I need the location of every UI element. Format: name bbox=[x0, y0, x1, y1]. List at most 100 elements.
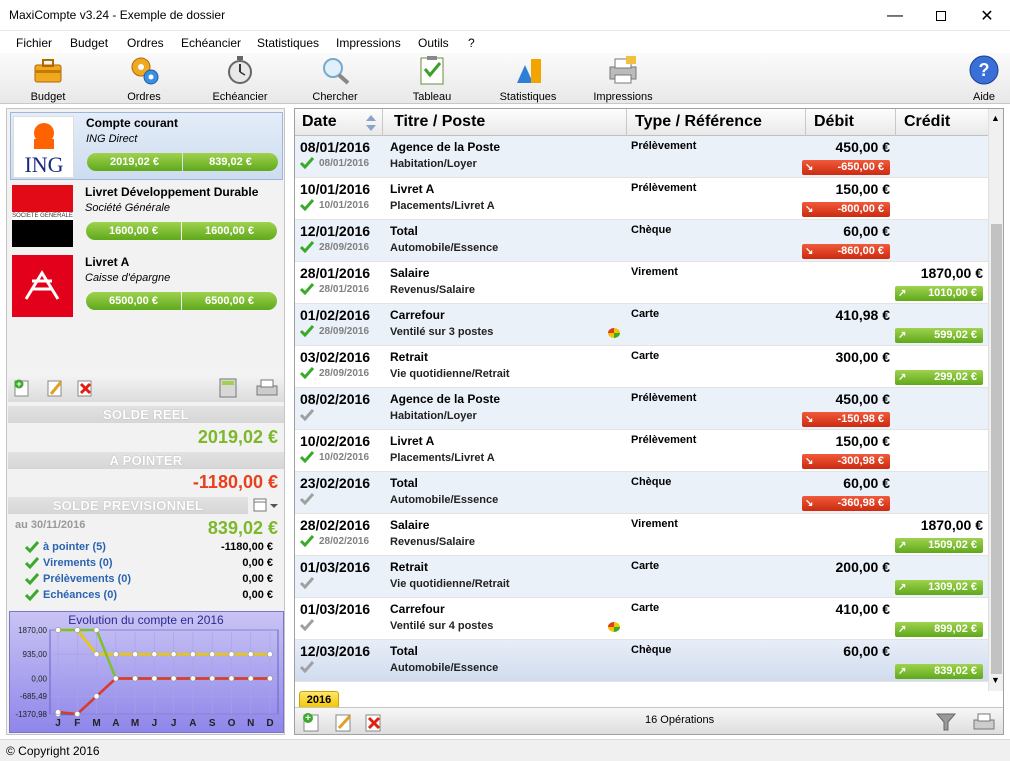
row-balance: ↘ -800,00 € bbox=[802, 202, 890, 217]
menu-fichier[interactable]: Fichier bbox=[16, 36, 52, 50]
account-item[interactable]: Livret A Caisse d'épargne 6500,00 € 6500… bbox=[10, 252, 283, 320]
summary-row[interactable]: Virements (0) 0,00 € bbox=[25, 557, 273, 573]
account-item[interactable]: SOCIETE GENERALE Livret Développement Du… bbox=[10, 182, 283, 250]
add-icon: + bbox=[303, 713, 319, 732]
toolbar-echeancier-button[interactable]: Echéancier bbox=[200, 55, 280, 103]
header-credit[interactable]: Crédit bbox=[904, 113, 950, 131]
scroll-down-icon[interactable]: ▼ bbox=[991, 675, 1000, 685]
table-row[interactable]: 10/01/2016 10/01/2016 Livret A Placements/L… bbox=[295, 178, 989, 220]
close-button[interactable]: ✕ bbox=[964, 0, 1010, 31]
toolbar-chercher-button[interactable]: Chercher bbox=[295, 55, 375, 103]
unchecked-icon[interactable] bbox=[300, 493, 314, 505]
header-debit[interactable]: Débit bbox=[814, 113, 854, 131]
svg-text:ING: ING bbox=[24, 152, 63, 177]
print-accounts-button[interactable] bbox=[256, 378, 278, 401]
account-bank: Société Générale bbox=[85, 202, 170, 214]
row-date: 08/02/2016 bbox=[300, 391, 371, 407]
calculator-button[interactable] bbox=[219, 378, 237, 401]
filter-button[interactable] bbox=[935, 712, 957, 735]
checked-icon[interactable] bbox=[300, 535, 314, 547]
checked-icon[interactable] bbox=[300, 325, 314, 337]
minimize-button[interactable]: — bbox=[872, 0, 918, 31]
scrollbar-thumb[interactable] bbox=[991, 224, 1002, 674]
summary-row[interactable]: à pointer (5) -1180,00 € bbox=[25, 541, 273, 557]
year-tab[interactable]: 2016 bbox=[299, 691, 339, 708]
row-balance: ↗ 1309,02 € bbox=[895, 580, 983, 595]
checked-icon[interactable] bbox=[300, 157, 314, 169]
header-titre[interactable]: Titre / Poste bbox=[394, 113, 485, 131]
close-icon: ✕ bbox=[980, 7, 994, 25]
summary-row[interactable]: Echéances (0) 0,00 € bbox=[25, 589, 273, 605]
table-row[interactable]: 28/02/2016 28/02/2016 Salaire Revenus/Salai… bbox=[295, 514, 989, 556]
delete-icon bbox=[365, 714, 381, 732]
checked-icon[interactable] bbox=[300, 367, 314, 379]
table-row[interactable]: 12/03/2016 Total Automobile/Essence Chèque 6… bbox=[295, 640, 989, 682]
a-pointer-value: -1180,00 € bbox=[192, 472, 278, 492]
account-name: Compte courant bbox=[86, 116, 179, 130]
header-type[interactable]: Type / Référence bbox=[635, 113, 762, 131]
table-row[interactable]: 01/03/2016 Carrefour Ventilé sur 4 postes C… bbox=[295, 598, 989, 640]
scroll-up-icon[interactable]: ▲ bbox=[991, 113, 1000, 123]
checked-icon[interactable] bbox=[300, 451, 314, 463]
unchecked-icon[interactable] bbox=[300, 661, 314, 673]
edit-operation-button[interactable] bbox=[333, 712, 353, 735]
account-item[interactable]: ING Compte courant ING Direct 2019,02 € … bbox=[10, 112, 283, 180]
menu-statistiques[interactable]: Statistiques bbox=[257, 36, 319, 50]
x-tick-label: F bbox=[74, 718, 80, 729]
row-valuedate: 28/09/2016 bbox=[319, 368, 370, 379]
y-tick-label: 1870,00 bbox=[18, 626, 47, 635]
add-account-button[interactable]: + bbox=[13, 379, 31, 400]
x-tick-label: M bbox=[131, 718, 139, 729]
edit-account-button[interactable] bbox=[46, 379, 64, 400]
delete-icon bbox=[77, 380, 92, 397]
table-row[interactable]: 08/02/2016 Agence de la Poste Habitation/L… bbox=[295, 388, 989, 430]
checked-icon[interactable] bbox=[300, 283, 314, 295]
calendar-dropdown[interactable] bbox=[253, 498, 281, 513]
delete-account-button[interactable] bbox=[76, 379, 94, 400]
menu-ordres[interactable]: Ordres bbox=[127, 36, 164, 50]
toolbar-impressions-button[interactable]: Impressions bbox=[583, 55, 663, 103]
table-row[interactable]: 03/02/2016 28/09/2016 Retrait Vie quotidien… bbox=[295, 346, 989, 388]
table-row[interactable]: 28/01/2016 28/01/2016 Salaire Revenus/Salai… bbox=[295, 262, 989, 304]
checked-icon[interactable] bbox=[300, 241, 314, 253]
unchecked-icon[interactable] bbox=[300, 577, 314, 589]
toolbar-aide-button[interactable]: ? Aide bbox=[944, 55, 1010, 103]
add-operation-button[interactable]: + bbox=[301, 712, 321, 735]
x-tick-label: A bbox=[189, 718, 196, 729]
print-operations-button[interactable] bbox=[973, 712, 995, 735]
account-balance: 1600,00 € bbox=[86, 222, 181, 240]
unchecked-icon[interactable] bbox=[300, 409, 314, 421]
row-debit: 60,00 € bbox=[843, 643, 890, 659]
row-poste: Placements/Livret A bbox=[390, 452, 495, 464]
toolbar-statistiques-button[interactable]: Statistiques bbox=[488, 55, 568, 103]
menu-outils[interactable]: Outils bbox=[418, 36, 449, 50]
toolbar-ordres-button[interactable]: Ordres bbox=[104, 55, 184, 103]
data-point bbox=[267, 675, 273, 682]
menu-help[interactable]: ? bbox=[468, 36, 475, 50]
menu-echeancier[interactable]: Echéancier bbox=[181, 36, 241, 50]
data-point bbox=[151, 675, 158, 682]
header-date[interactable]: Date bbox=[302, 113, 337, 131]
unchecked-icon[interactable] bbox=[300, 619, 314, 631]
printer-icon bbox=[606, 55, 640, 85]
summary-row[interactable]: Prélèvements (0) 0,00 € bbox=[25, 573, 273, 589]
row-balance: ↘ -360,98 € bbox=[802, 496, 890, 511]
toolbar-tableau-button[interactable]: Tableau bbox=[392, 55, 472, 103]
menu-budget[interactable]: Budget bbox=[70, 36, 108, 50]
maximize-button[interactable] bbox=[918, 0, 964, 31]
delete-operation-button[interactable] bbox=[363, 712, 383, 735]
menu-impressions[interactable]: Impressions bbox=[336, 36, 401, 50]
calendar-icon bbox=[253, 498, 278, 512]
table-row[interactable]: 01/03/2016 Retrait Vie quotidienne/Retrait… bbox=[295, 556, 989, 598]
checked-icon[interactable] bbox=[300, 199, 314, 211]
table-row[interactable]: 12/01/2016 28/09/2016 Total Automobile/Esse… bbox=[295, 220, 989, 262]
arrow-up-icon: ↗ bbox=[898, 330, 907, 341]
arrow-down-icon: ↘ bbox=[805, 204, 814, 215]
toolbar-budget-button[interactable]: Budget bbox=[8, 55, 88, 103]
table-row[interactable]: 23/02/2016 Total Automobile/Essence Chèque 6… bbox=[295, 472, 989, 514]
sort-arrows-icon[interactable] bbox=[365, 113, 377, 133]
table-row[interactable]: 08/01/2016 08/01/2016 Agence de la Poste Ha… bbox=[295, 136, 989, 178]
table-scrollbar[interactable]: ▲ ▼ bbox=[988, 109, 1003, 691]
table-row[interactable]: 10/02/2016 10/02/2016 Livret A Placements/L… bbox=[295, 430, 989, 472]
table-row[interactable]: 01/02/2016 28/09/2016 Carrefour Ventilé sur… bbox=[295, 304, 989, 346]
